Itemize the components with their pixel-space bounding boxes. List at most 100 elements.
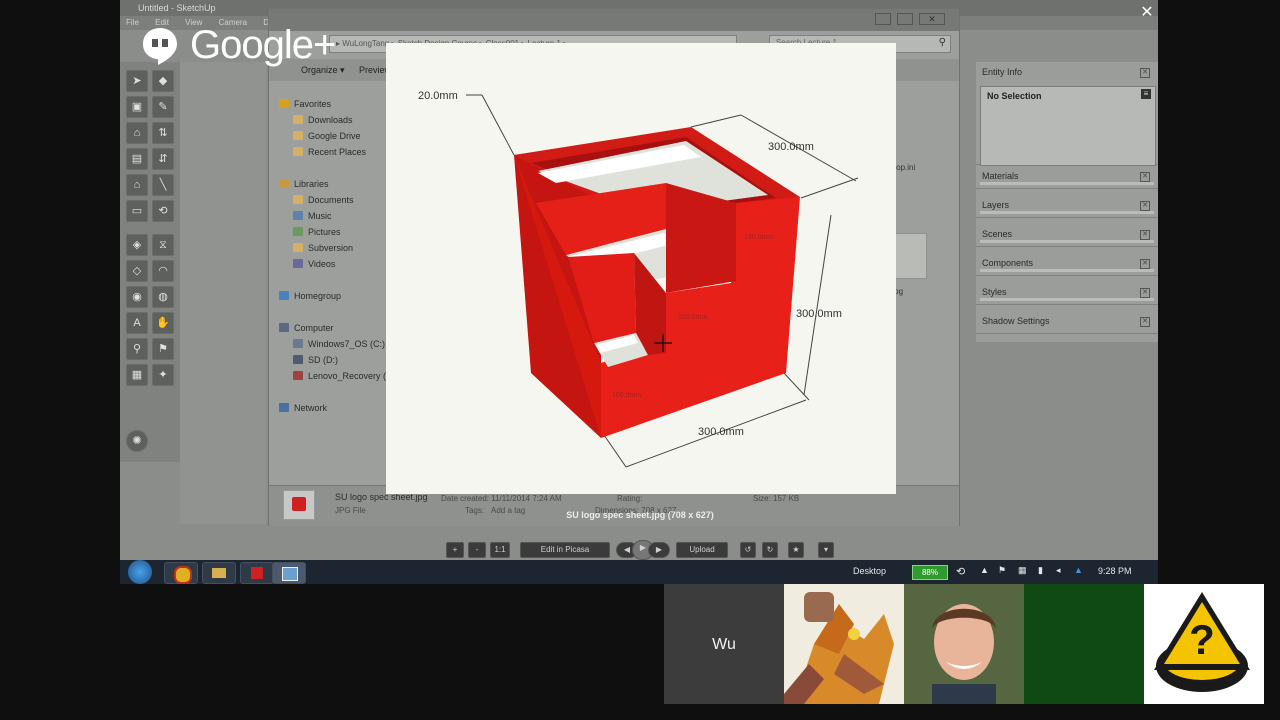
- close-icon[interactable]: ✕: [1140, 201, 1150, 211]
- participant-tile-blank[interactable]: [1024, 584, 1144, 704]
- orbit-tool-icon[interactable]: ◉: [126, 286, 148, 308]
- components-tray[interactable]: Components ✕: [976, 255, 1158, 276]
- nav-item-pictures[interactable]: Pictures: [293, 227, 341, 237]
- pushpull-tool-icon[interactable]: ⇵: [152, 148, 174, 170]
- home-tool-icon[interactable]: ⌂: [126, 122, 148, 144]
- close-icon[interactable]: ✕: [1136, 2, 1158, 24]
- nav-item-sd-d[interactable]: SD (D:): [293, 355, 338, 365]
- scale-tool-icon[interactable]: ⧖: [152, 234, 174, 256]
- close-icon[interactable]: ✕: [1140, 317, 1150, 327]
- entity-info-tray[interactable]: Entity Info ✕ No Selection ≡: [976, 64, 1158, 166]
- box-tool-icon[interactable]: ▤: [126, 148, 148, 170]
- network-icon: [279, 403, 289, 412]
- next-icon[interactable]: ▶: [648, 542, 670, 558]
- walk-tool-icon[interactable]: ⚑: [152, 338, 174, 360]
- start-button[interactable]: [128, 560, 152, 584]
- pencil-tool-icon[interactable]: ✎: [152, 96, 174, 118]
- nav-item-downloads[interactable]: Downloads: [293, 115, 353, 125]
- close-icon[interactable]: ✕: [1140, 68, 1150, 78]
- nav-item-recent-places[interactable]: Recent Places: [293, 147, 366, 157]
- participant-tile-avatar-robot[interactable]: [784, 584, 904, 704]
- nav-item-label: Favorites: [294, 99, 332, 109]
- camera-tool-icon[interactable]: ▭: [126, 200, 148, 222]
- nav-item-documents[interactable]: Documents: [293, 195, 354, 205]
- sketchup-canvas[interactable]: [180, 62, 266, 524]
- picasa-taskbar-icon[interactable]: [272, 562, 306, 584]
- zoom-out-button[interactable]: -: [468, 542, 486, 558]
- participant-tile-wu[interactable]: Wu: [664, 584, 784, 704]
- actual-size-button[interactable]: 1:1: [490, 542, 510, 558]
- line-tool-icon[interactable]: ╲: [152, 174, 174, 196]
- explorer-titlebar: ✕: [269, 9, 959, 31]
- tape-tool-icon[interactable]: ◇: [126, 260, 148, 282]
- nav-item-windows7-os-c[interactable]: Windows7_OS (C:): [293, 339, 385, 349]
- explorer-taskbar-icon[interactable]: [202, 562, 236, 584]
- rotate-left-icon[interactable]: ↺: [740, 542, 756, 558]
- section-tool-icon[interactable]: ▦: [126, 364, 148, 386]
- scenes-tray[interactable]: Scenes ✕: [976, 226, 1158, 247]
- dim-label-width-bottom: 300.0mm: [698, 426, 744, 438]
- select-tool-icon[interactable]: ➤: [126, 70, 148, 92]
- rotate-right-icon[interactable]: ↻: [762, 542, 778, 558]
- styles-tray[interactable]: Styles ✕: [976, 284, 1158, 305]
- drive-sync-icon[interactable]: ▲: [1074, 565, 1083, 575]
- participant-tile-warning[interactable]: ?: [1144, 584, 1264, 704]
- zoom-tool-icon[interactable]: ⚲: [126, 338, 148, 360]
- star-icon[interactable]: ★: [788, 542, 804, 558]
- nav-item-network[interactable]: Network: [279, 403, 327, 413]
- edit-in-picasa-button[interactable]: Edit in Picasa: [520, 542, 610, 558]
- nav-item-label: Libraries: [294, 179, 329, 189]
- nav-item-subversion[interactable]: Subversion: [293, 243, 353, 253]
- participant-name: Wu: [712, 636, 736, 653]
- details-toggle-icon[interactable]: ≡: [1141, 89, 1151, 99]
- nav-item-favorites[interactable]: Favorites: [279, 99, 331, 109]
- minimize-button[interactable]: [875, 13, 891, 25]
- sketchup-taskbar-icon[interactable]: [240, 562, 274, 584]
- menu-file[interactable]: File: [126, 18, 139, 27]
- layers-tray[interactable]: Layers ✕: [976, 197, 1158, 218]
- close-button[interactable]: ✕: [919, 13, 945, 25]
- signal-icon[interactable]: ▮: [1038, 565, 1043, 576]
- participant-tile-person[interactable]: [904, 584, 1024, 704]
- nav-item-homegroup[interactable]: Homegroup: [279, 291, 341, 301]
- chrome-taskbar-icon[interactable]: [164, 562, 198, 584]
- nav-item-computer[interactable]: Computer: [279, 323, 334, 333]
- maximize-button[interactable]: [897, 13, 913, 25]
- network-icon[interactable]: ▦: [1018, 565, 1027, 576]
- volume-icon[interactable]: ◂: [1056, 565, 1061, 576]
- nav-item-google-drive[interactable]: Google Drive: [293, 131, 361, 141]
- close-icon[interactable]: ✕: [1140, 172, 1150, 182]
- text-tool-icon[interactable]: A: [126, 312, 148, 334]
- shadow-settings-tray[interactable]: Shadow Settings ✕: [976, 313, 1158, 334]
- move-tool-icon[interactable]: ⇅: [152, 122, 174, 144]
- rotate-tool-icon[interactable]: ⟲: [152, 200, 174, 222]
- more-icon[interactable]: ▾: [818, 542, 834, 558]
- cube-tool-icon[interactable]: ▣: [126, 96, 148, 118]
- sync-icon[interactable]: ⟲: [956, 565, 965, 578]
- offset-tool-icon[interactable]: ◍: [152, 286, 174, 308]
- close-icon[interactable]: ✕: [1140, 230, 1150, 240]
- show-hidden-icons-icon[interactable]: ▲: [980, 565, 989, 575]
- image-viewer[interactable]: 20.0mm 300.0mm 300.0mm 300.0mm 100.0mm 1…: [386, 43, 896, 494]
- compass-icon[interactable]: ✺: [126, 430, 148, 452]
- paint-tool-icon[interactable]: ◆: [152, 70, 174, 92]
- nav-item-music[interactable]: Music: [293, 211, 332, 221]
- nav-item-videos[interactable]: Videos: [293, 259, 335, 269]
- house-tool-icon[interactable]: ⌂: [126, 174, 148, 196]
- battery-indicator[interactable]: 88%: [912, 565, 948, 580]
- dimension-tool-icon[interactable]: ✦: [152, 364, 174, 386]
- clock[interactable]: 9:28 PM: [1098, 566, 1132, 576]
- materials-tray[interactable]: Materials ✕: [976, 168, 1158, 189]
- desktop-toolbar-label[interactable]: Desktop: [853, 566, 886, 576]
- close-icon[interactable]: ✕: [1140, 259, 1150, 269]
- eraser-tool-icon[interactable]: ◈: [126, 234, 148, 256]
- zoom-in-button[interactable]: +: [446, 542, 464, 558]
- nav-item-libraries[interactable]: Libraries: [279, 179, 329, 189]
- close-icon[interactable]: ✕: [1140, 288, 1150, 298]
- upload-button[interactable]: Upload: [676, 542, 728, 558]
- nav-item-lenovo-recovery-q[interactable]: Lenovo_Recovery (Q:): [293, 371, 399, 381]
- arc-tool-icon[interactable]: ◠: [152, 260, 174, 282]
- flag-icon[interactable]: ⚑: [998, 565, 1006, 576]
- tray-label: Styles: [982, 287, 1007, 297]
- pan-tool-icon[interactable]: ✋: [152, 312, 174, 334]
